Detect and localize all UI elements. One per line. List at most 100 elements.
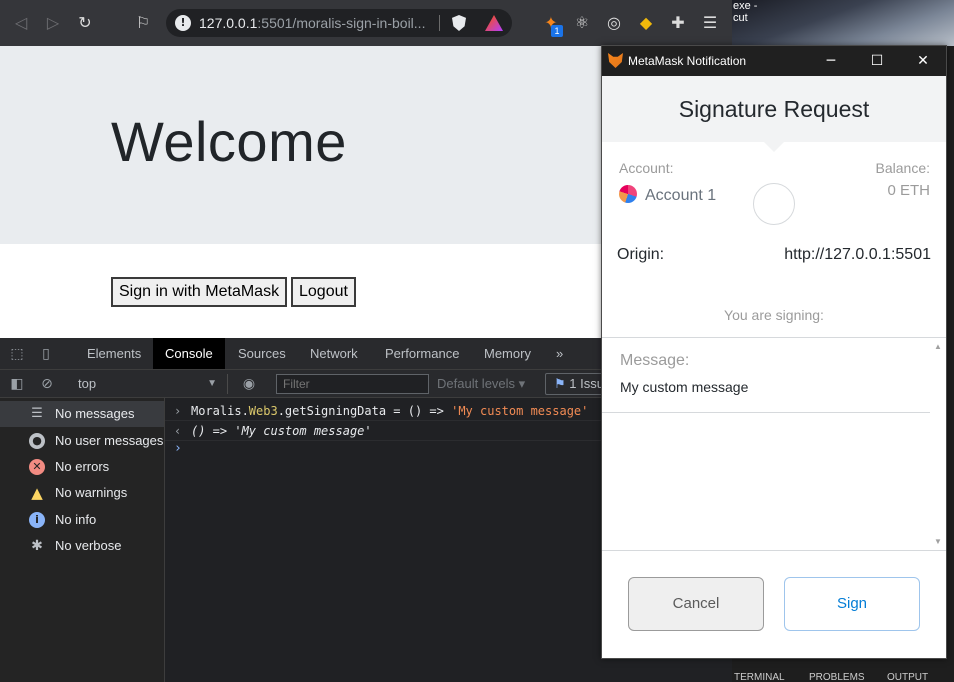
clear-console-icon[interactable]: ⊘ [39, 376, 55, 392]
bug-icon: ✱ [31, 538, 43, 554]
inspect-element-icon[interactable]: ⬚ [9, 346, 25, 362]
log-levels-dropdown[interactable]: Default levels ▾ [437, 374, 525, 394]
log-levels-label: Default levels [437, 376, 516, 391]
code-method: .getSigningData [277, 404, 387, 418]
sidebar-item-label: No verbose [55, 538, 122, 553]
sidebar-item-label: No info [55, 512, 97, 527]
request-icon-placeholder [753, 183, 795, 225]
console-filter-input[interactable] [276, 374, 429, 394]
code-object: Moralis. [191, 404, 249, 418]
logout-button[interactable]: Logout [291, 277, 356, 307]
context-value: top [78, 376, 97, 391]
maximize-icon[interactable]: ☐ [854, 46, 900, 76]
desktop-text-line-2: cut [733, 12, 748, 24]
live-expression-eye-icon[interactable]: ◉ [241, 376, 257, 392]
tab-elements[interactable]: Elements [75, 338, 153, 369]
back-icon[interactable]: ◁ [11, 13, 31, 33]
sidebar-item-info[interactable]: i No info [0, 507, 164, 533]
binance-extension-icon[interactable]: ◆ [637, 14, 655, 32]
sidebar-item-messages[interactable]: ☰ No messages [0, 401, 164, 427]
origin-label: Origin: [617, 246, 665, 263]
signing-label: You are signing: [724, 307, 824, 323]
sidebar-item-label: No messages [55, 406, 135, 421]
result-arrow-icon: ‹ [174, 424, 182, 438]
address-bar[interactable]: ! 127.0.0.1:5501/moralis-sign-in-boil... [166, 9, 512, 37]
cancel-button[interactable]: Cancel [628, 577, 764, 631]
tab-console[interactable]: Console [153, 338, 225, 369]
metamask-notification-window: MetaMask Notification ─ ☐ ✕ Signature Re… [601, 45, 947, 659]
tab-memory[interactable]: Memory [472, 338, 543, 369]
site-info-icon[interactable]: ! [175, 15, 191, 31]
context-selector[interactable]: top ▼ [68, 374, 228, 394]
brave-rewards-icon[interactable] [485, 15, 503, 31]
sidebar-item-warnings[interactable]: ▲ No warnings [0, 480, 164, 506]
code-string: 'My custom message' [451, 404, 589, 418]
desktop-text: exe - cut [733, 0, 757, 24]
desktop-text-line-1: exe - [733, 0, 758, 12]
extension-badge: 1 [551, 25, 563, 37]
extensions-puzzle-icon[interactable]: ✚ [669, 14, 687, 32]
window-titlebar[interactable]: MetaMask Notification ─ ☐ ✕ [602, 46, 946, 76]
browser-toolbar: ◁ ▷ ↻ ⚐ ! 127.0.0.1:5501/moralis-sign-in… [0, 0, 732, 46]
metamask-fox-icon [608, 53, 623, 68]
error-icon: ✕ [29, 459, 45, 475]
page-title: Signature Request [678, 96, 870, 122]
brave-shield-icon[interactable] [452, 15, 466, 31]
sidebar-item-verbose[interactable]: ✱ No verbose [0, 533, 164, 559]
tab-performance[interactable]: Performance [373, 338, 471, 369]
sign-button[interactable]: Sign [784, 577, 920, 631]
sign-in-metamask-button[interactable]: Sign in with MetaMask [111, 277, 288, 307]
issue-flag-icon: ⚑ [554, 376, 566, 391]
message-scrollbar[interactable]: ▲ ▼ [930, 338, 946, 550]
vscode-tab-terminal[interactable]: TERMINAL [734, 672, 785, 682]
url-text[interactable]: 127.0.0.1:5501/moralis-sign-in-boil... [199, 15, 434, 31]
forward-icon[interactable]: ▷ [43, 13, 63, 33]
request-header: Signature Request [602, 76, 946, 142]
close-icon[interactable]: ✕ [900, 46, 946, 76]
scroll-down-icon[interactable]: ▼ [934, 537, 942, 546]
bookmark-icon[interactable]: ⚐ [133, 13, 153, 33]
vscode-tab-problems[interactable]: PROBLEMS [809, 672, 865, 682]
message-panel[interactable]: Message: My custom message ▲ ▼ [602, 337, 946, 551]
balance-label: Balance: [875, 160, 930, 176]
react-devtools-icon[interactable]: ⚛ [573, 14, 591, 32]
console-prompt-icon[interactable]: › [174, 441, 182, 456]
result-string: 'My custom message' [234, 424, 372, 438]
url-path: :5501/moralis-sign-in-boil... [257, 15, 426, 31]
balance-value: 0 ETH [887, 182, 930, 199]
minimize-icon[interactable]: ─ [808, 46, 854, 76]
chevron-down-icon: ▼ [207, 378, 217, 389]
extension-circle-icon[interactable]: ◎ [605, 14, 623, 32]
sidebar-item-label: No user messages [55, 433, 164, 448]
sidebar-item-label: No errors [55, 459, 110, 474]
menu-icon[interactable]: ☰ [701, 14, 719, 32]
reload-icon[interactable]: ↻ [75, 13, 95, 33]
sidebar-item-errors[interactable]: ✕ No errors [0, 454, 164, 480]
input-chevron-icon: › [174, 404, 182, 418]
page-title: Welcome [111, 110, 347, 173]
tab-sources[interactable]: Sources [226, 338, 298, 369]
tab-network[interactable]: Network [298, 338, 370, 369]
sidebar-toggle-icon[interactable]: ◧ [9, 376, 25, 392]
message-value: My custom message [620, 379, 749, 395]
window-title: MetaMask Notification [628, 54, 747, 68]
sidebar-item-user-messages[interactable]: ● No user messages [0, 428, 164, 454]
account-name: Account 1 [645, 187, 717, 204]
vscode-tab-output[interactable]: OUTPUT [887, 672, 928, 682]
account-label: Account: [619, 160, 674, 176]
message-divider [602, 412, 930, 413]
result-function: () => [191, 424, 235, 438]
more-tabs-icon[interactable]: » [544, 338, 575, 369]
list-icon: ☰ [31, 406, 43, 421]
account-avatar-icon [619, 185, 637, 203]
message-label: Message: [620, 352, 690, 369]
url-host: 127.0.0.1 [199, 15, 258, 31]
device-toolbar-icon[interactable]: ▯ [38, 346, 54, 362]
screen: exe - cut TERMINAL PROBLEMS OUTPUT ◁ ▷ ↻… [0, 0, 954, 682]
origin-value: http://127.0.0.1:5501 [784, 246, 931, 263]
omnibox-divider [439, 15, 440, 31]
console-sidebar: ☰ No messages ● No user messages ✕ No er… [0, 398, 165, 682]
scroll-up-icon[interactable]: ▲ [934, 342, 942, 351]
desktop-wallpaper [732, 0, 954, 46]
header-notch [762, 140, 786, 152]
